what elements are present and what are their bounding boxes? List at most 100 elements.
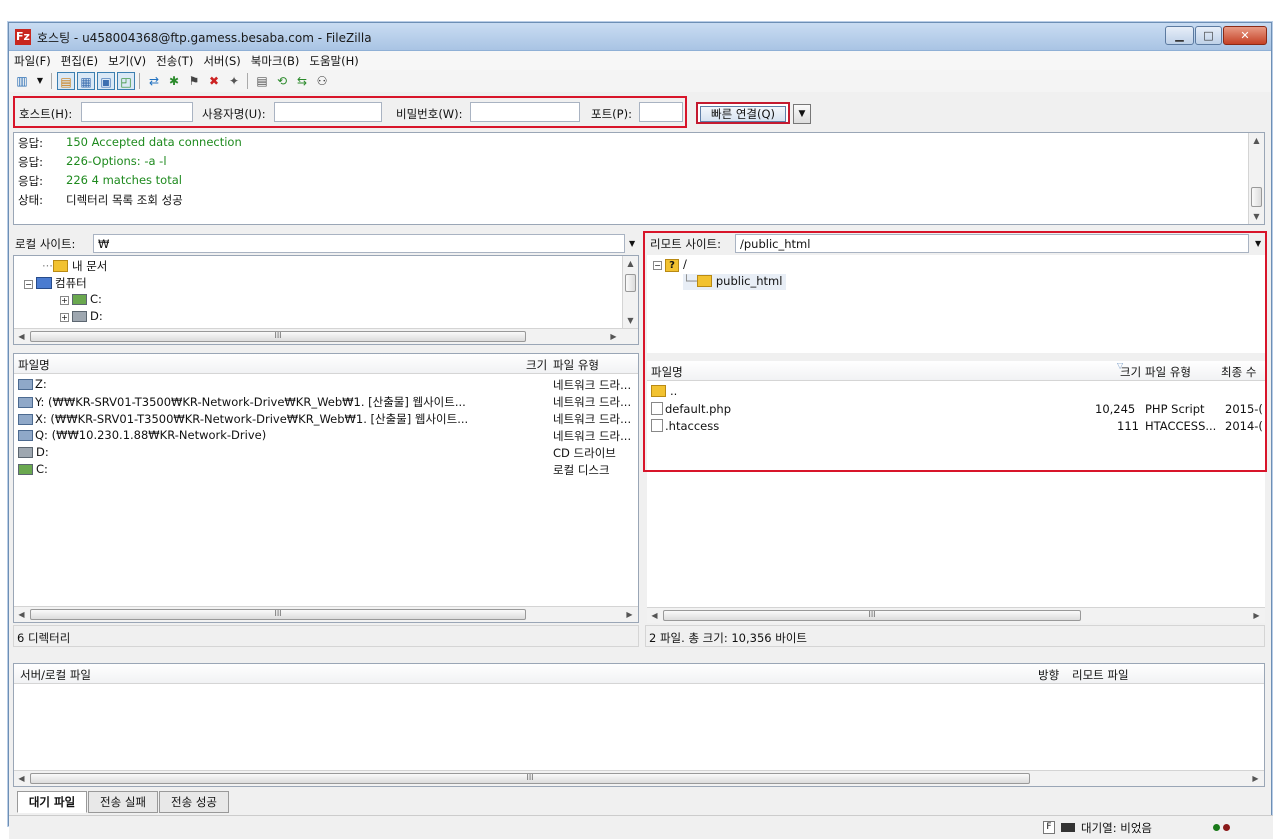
scroll-thumb[interactable]: III [663, 610, 1081, 621]
scroll-thumb[interactable]: III [30, 609, 526, 620]
list-item-parent[interactable]: .. [647, 383, 1265, 399]
tree-item-drive-d[interactable]: + D: [60, 309, 103, 325]
col-size[interactable]: 크기 [526, 357, 547, 373]
local-file-list: 파일명 크기 파일 유형 Z: 네트워크 드라... Y: (₩₩KR-SRV01… [13, 353, 639, 623]
remote-file-list: 파일명 ▽ 크기 파일 유형 최종 수 .. default.php 10,245… [647, 361, 1265, 623]
remote-tree: −? / └─ public_html [647, 255, 1265, 353]
toggle-remote-tree-icon[interactable]: ▣ [97, 72, 115, 90]
expand-icon[interactable]: + [60, 313, 69, 322]
list-item[interactable]: Y: (₩₩KR-SRV01-T3500₩KR-Network-Drive₩KR… [14, 393, 638, 409]
local-site-label: 로컬 사이트: [15, 237, 76, 251]
port-input[interactable] [639, 102, 683, 122]
menu-file[interactable]: 파일(F) [9, 51, 56, 69]
tab-failed-transfers[interactable]: 전송 실패 [88, 791, 158, 813]
close-button[interactable]: ✕ [1223, 26, 1267, 45]
list-item[interactable]: D: CD 드라이브 [14, 444, 638, 460]
password-label: 비밀번호(W): [396, 107, 463, 121]
local-tree-vscroll[interactable]: ▲ ▼ [622, 256, 638, 328]
menu-edit[interactable]: 편집(E) [56, 51, 103, 69]
col-filename[interactable]: 파일명 [18, 357, 50, 373]
remote-list-hscroll[interactable]: ◀ III ▶ [647, 607, 1265, 623]
col-filetype[interactable]: 파일 유형 [553, 357, 599, 373]
tree-item-root[interactable]: −? / [653, 257, 687, 273]
refresh-icon[interactable]: ⇄ [145, 72, 163, 90]
quickconnect-bar: 호스트(H): 사용자명(U): 비밀번호(W): 포트(P): [13, 96, 687, 128]
local-list-hscroll[interactable]: ◀ III ▶ [14, 606, 638, 622]
col-server-local-file[interactable]: 서버/로컬 파일 [20, 667, 91, 683]
log-scroll-thumb[interactable] [1251, 187, 1262, 207]
filezilla-app-icon: Fz [15, 29, 31, 45]
filter-icon: F [1043, 821, 1055, 834]
minimize-button[interactable]: ▁ [1165, 26, 1194, 45]
directory-filter-icon[interactable]: ▤ [253, 72, 271, 90]
col-modified[interactable]: 최종 수 [1221, 364, 1256, 380]
window-title: 호스팅 - u458004368@ftp.gamess.besaba.com -… [37, 31, 372, 45]
title-bar[interactable]: Fz 호스팅 - u458004368@ftp.gamess.besaba.co… [9, 23, 1271, 51]
local-list-header: 파일명 크기 파일 유형 [14, 354, 638, 374]
file-icon [651, 419, 663, 432]
queue-hscroll[interactable]: ◀ III ▶ [14, 770, 1264, 786]
local-disk-icon [18, 464, 33, 475]
site-manager-icon[interactable]: ▥ [13, 72, 31, 90]
tree-item-my-documents[interactable]: ··· 내 문서 [42, 258, 107, 274]
col-remote-file[interactable]: 리모트 파일 [1072, 667, 1129, 683]
col-filetype[interactable]: 파일 유형 [1145, 364, 1191, 380]
list-item[interactable]: Q: (₩₩10.230.1.88₩KR-Network-Drive) 네트워크 … [14, 427, 638, 443]
log-scrollbar[interactable]: ▲ ▼ [1248, 133, 1264, 224]
remote-site-path[interactable]: /public_html [735, 234, 1249, 253]
tree-item-public-html[interactable]: └─ public_html [683, 274, 787, 290]
menu-bar: 파일(F) 편집(E) 보기(V) 전송(T) 서버(S) 북마크(B) 도움말(H) [9, 51, 1271, 70]
local-tree-hscroll[interactable]: ◀ III ▶ [14, 328, 638, 344]
collapse-icon[interactable]: − [24, 280, 33, 289]
process-queue-icon[interactable]: ✱ [165, 72, 183, 90]
local-site-dropdown-icon[interactable]: ▼ [629, 239, 635, 248]
list-item[interactable]: default.php 10,245 PHP Script 2015-( [647, 401, 1265, 417]
expand-icon[interactable]: + [60, 296, 69, 305]
status-bar: F 대기열: 비었음 [9, 815, 1273, 839]
menu-view[interactable]: 보기(V) [103, 51, 151, 69]
tree-item-drive-c[interactable]: + C: [60, 292, 102, 308]
compare-directories-icon[interactable]: ⇆ [293, 72, 311, 90]
local-site-path[interactable]: ₩ [93, 234, 625, 253]
scroll-up-icon[interactable]: ▲ [1249, 133, 1264, 148]
binoculars-search-icon[interactable]: ⚇ [313, 72, 331, 90]
disconnect-icon[interactable]: ✖ [205, 72, 223, 90]
menu-server[interactable]: 서버(S) [198, 51, 245, 69]
folder-icon [696, 275, 712, 287]
toggle-local-tree-icon[interactable]: ▦ [77, 72, 95, 90]
username-input[interactable] [274, 102, 382, 122]
maximize-button[interactable]: □ [1195, 26, 1222, 45]
status-led-green-icon [1213, 824, 1220, 831]
menu-transfer[interactable]: 전송(T) [151, 51, 198, 69]
list-item[interactable]: .htaccess 111 HTACCESS... 2014-( [647, 418, 1265, 434]
tab-queued-files[interactable]: 대기 파일 [17, 791, 87, 813]
host-input[interactable] [81, 102, 193, 122]
tree-item-computer[interactable]: − 컴퓨터 [24, 275, 87, 291]
cancel-operation-icon[interactable]: ⚑ [185, 72, 203, 90]
menu-bookmarks[interactable]: 북마크(B) [246, 51, 305, 69]
scroll-down-icon[interactable]: ▼ [1249, 209, 1264, 224]
toggle-queue-icon[interactable]: ◰ [117, 72, 135, 90]
network-drive-icon [18, 414, 33, 425]
list-item[interactable]: X: (₩₩KR-SRV01-T3500₩KR-Network-Drive₩KR… [14, 410, 638, 426]
col-size[interactable]: 크기 [1120, 364, 1141, 380]
reconnect-icon[interactable]: ✦ [225, 72, 243, 90]
col-filename[interactable]: 파일명 [651, 364, 683, 380]
password-input[interactable] [470, 102, 580, 122]
username-label: 사용자명(U): [202, 107, 266, 121]
toggle-log-icon[interactable]: ▤ [57, 72, 75, 90]
menu-help[interactable]: 도움말(H) [304, 51, 363, 69]
scroll-thumb[interactable]: III [30, 331, 526, 342]
computer-icon [36, 277, 52, 289]
site-manager-dropdown-icon[interactable]: ▼ [31, 72, 49, 90]
list-item[interactable]: Z: 네트워크 드라... [14, 376, 638, 392]
col-direction[interactable]: 방향 [1038, 667, 1059, 683]
remote-site-dropdown-icon[interactable]: ▼ [1255, 239, 1261, 248]
list-item[interactable]: C: 로컬 디스크 [14, 461, 638, 477]
quickconnect-history-dropdown[interactable]: ▼ [793, 104, 811, 124]
scroll-thumb[interactable]: III [30, 773, 1030, 784]
tab-successful-transfers[interactable]: 전송 성공 [159, 791, 229, 813]
collapse-icon[interactable]: − [653, 261, 662, 270]
quickconnect-button[interactable]: 빠른 연결(Q) [700, 106, 786, 122]
sync-browsing-icon[interactable]: ⟲ [273, 72, 291, 90]
